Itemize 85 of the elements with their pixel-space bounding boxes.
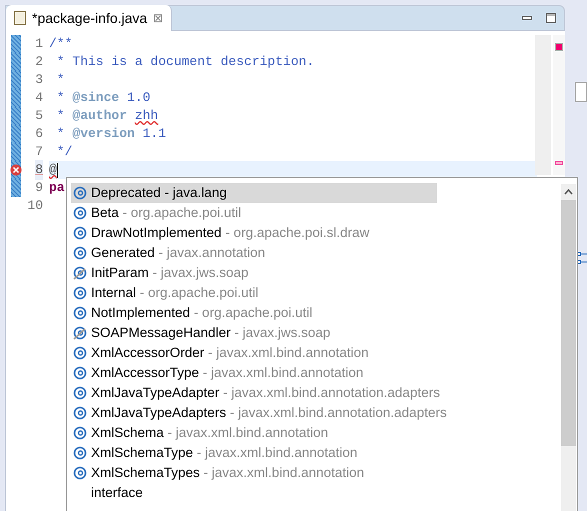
annotation-icon bbox=[73, 386, 87, 400]
code-text: 1.1 bbox=[142, 125, 166, 144]
change-marker bbox=[11, 53, 21, 71]
annotation-icon bbox=[73, 366, 87, 380]
maximize-icon[interactable] bbox=[546, 13, 556, 23]
line-number: 9 bbox=[35, 179, 43, 198]
error-marker bbox=[555, 161, 563, 165]
change-marker bbox=[11, 35, 21, 53]
annotation-icon bbox=[73, 286, 87, 300]
proposal-text: NotImplemented - org.apache.poi.util bbox=[91, 304, 312, 322]
outline-icon[interactable] bbox=[577, 252, 587, 266]
change-marker bbox=[11, 89, 21, 107]
tab-title: *package-info.java bbox=[32, 8, 148, 28]
line-number: 8 bbox=[35, 160, 43, 180]
annotation-icon bbox=[73, 206, 87, 220]
proposal-text: XmlAccessorType - javax.xml.bind.annotation bbox=[91, 364, 364, 382]
annotation-icon bbox=[73, 346, 87, 360]
annotation-icon bbox=[73, 446, 87, 460]
scrollbar-thumb[interactable] bbox=[561, 200, 576, 446]
code-text: @version bbox=[72, 125, 135, 144]
proposal-item[interactable]: SOAPMessageHandler - javax.jws.soap bbox=[71, 323, 437, 343]
minimize-icon[interactable] bbox=[522, 16, 532, 20]
code-text: @author bbox=[72, 107, 128, 126]
proposal-text: XmlSchemaTypes - javax.xml.bind.annotation bbox=[91, 464, 364, 482]
change-marker bbox=[11, 143, 21, 161]
proposal-text: XmlSchema - javax.xml.bind.annotation bbox=[91, 424, 328, 442]
line-number: 2 bbox=[35, 53, 43, 72]
code-text: * bbox=[56, 125, 66, 144]
annotation-icon bbox=[73, 406, 87, 420]
proposal-item[interactable]: interface bbox=[71, 483, 437, 503]
proposal-text: XmlAccessorOrder - javax.xml.bind.annotation bbox=[91, 344, 369, 362]
proposal-item[interactable]: Deprecated - java.lang bbox=[71, 183, 437, 203]
proposal-text: SOAPMessageHandler - javax.jws.soap bbox=[91, 324, 330, 342]
code-text: */ bbox=[56, 143, 72, 162]
code-text: pa bbox=[49, 179, 65, 198]
code-text: @ bbox=[49, 161, 57, 180]
proposal-text: interface bbox=[91, 484, 143, 502]
annotation-icon bbox=[73, 426, 87, 440]
proposal-item[interactable]: DrawNotImplemented - org.apache.poi.sl.draw bbox=[71, 223, 437, 243]
proposal-item[interactable]: XmlSchema - javax.xml.bind.annotation bbox=[71, 423, 437, 443]
code-text: 1.0 bbox=[126, 89, 150, 108]
proposal-text: InitParam - javax.jws.soap bbox=[91, 264, 249, 282]
code-text: * This is a document description. bbox=[56, 53, 314, 72]
proposal-text: DrawNotImplemented - org.apache.poi.sl.draw bbox=[91, 224, 370, 242]
proposal-text: XmlSchemaType - javax.xml.bind.annotation bbox=[91, 444, 358, 462]
proposal-item[interactable]: NotImplemented - org.apache.poi.util bbox=[71, 303, 437, 323]
annotation-icon bbox=[73, 246, 87, 260]
change-marker bbox=[11, 179, 21, 197]
proposal-item[interactable]: InitParam - javax.jws.soap bbox=[71, 263, 437, 283]
change-marker bbox=[11, 125, 21, 143]
proposal-text: Beta - org.apache.poi.util bbox=[91, 204, 242, 222]
code-text: @since bbox=[72, 89, 120, 108]
proposal-item[interactable]: Generated - javax.annotation bbox=[71, 243, 437, 263]
code-text: * bbox=[56, 89, 66, 108]
annotation-slashed-icon bbox=[73, 266, 87, 280]
proposal-text: Internal - org.apache.poi.util bbox=[91, 284, 258, 302]
proposal-item[interactable]: XmlSchemaType - javax.xml.bind.annotation bbox=[71, 443, 437, 463]
change-marker bbox=[11, 71, 21, 89]
code-text: * bbox=[56, 71, 65, 90]
line-number: 4 bbox=[35, 89, 43, 108]
annotation-icon bbox=[73, 226, 87, 240]
proposal-item[interactable]: XmlAccessorType - javax.xml.bind.annotation bbox=[71, 363, 437, 383]
line-number: 6 bbox=[35, 125, 43, 144]
line-number: 10 bbox=[27, 197, 43, 216]
line-number: 5 bbox=[35, 107, 43, 126]
error-marker bbox=[555, 43, 563, 51]
annotation-slashed-icon bbox=[73, 326, 87, 340]
code-text: /** bbox=[49, 35, 72, 54]
annotation-icon bbox=[73, 306, 87, 320]
line-number: 7 bbox=[35, 143, 43, 162]
proposal-item[interactable]: XmlSchemaTypes - javax.xml.bind.annotation bbox=[71, 463, 437, 483]
change-marker bbox=[11, 107, 21, 125]
line-number: 1 bbox=[35, 35, 43, 54]
proposal-item[interactable]: Beta - org.apache.poi.util bbox=[71, 203, 437, 223]
annotation-icon bbox=[73, 466, 87, 480]
proposal-item[interactable]: Internal - org.apache.poi.util bbox=[71, 283, 437, 303]
annotation-icon bbox=[73, 186, 87, 200]
close-button[interactable]: ⊠ bbox=[153, 12, 164, 24]
editor-tab[interactable]: *package-info.java ⊠ bbox=[6, 5, 172, 31]
proposal-text: Deprecated - java.lang bbox=[91, 184, 227, 202]
proposal-item[interactable]: XmlAccessorOrder - javax.xml.bind.annotation bbox=[71, 343, 437, 363]
code-text: * bbox=[56, 107, 66, 126]
line-number: 3 bbox=[35, 71, 43, 90]
code-text: zhh bbox=[134, 107, 158, 126]
proposal-text: Generated - javax.annotation bbox=[91, 244, 266, 262]
